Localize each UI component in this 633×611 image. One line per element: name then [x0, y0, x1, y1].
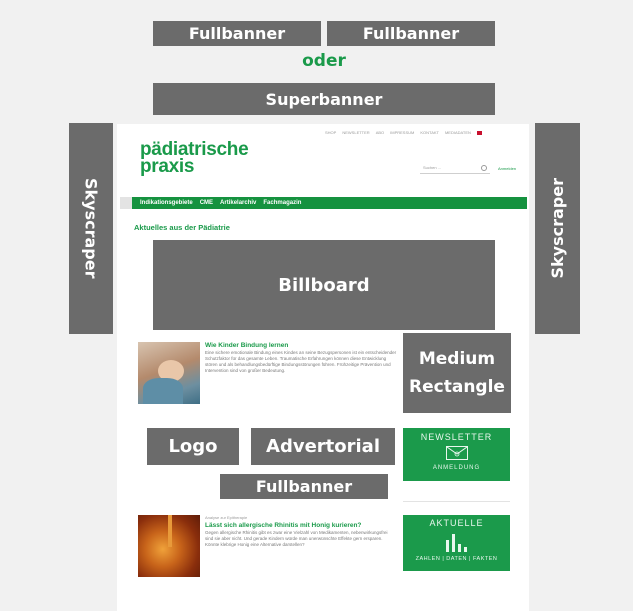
- fullbanner-ad-3: Fullbanner: [220, 474, 388, 499]
- article-title[interactable]: Wie Kinder Bindung lernen: [205, 342, 288, 349]
- fullbanner-ad-2: Fullbanner: [327, 21, 495, 46]
- bar-chart-icon: [446, 532, 467, 552]
- topnav-item-kontakt[interactable]: KONTAKT: [420, 130, 439, 138]
- search-icon[interactable]: [481, 165, 487, 171]
- logo-line-2: praxis: [140, 156, 195, 177]
- skyscraper-label: Skyscraper: [548, 178, 567, 279]
- site-logo[interactable]: pädiatrische praxis: [140, 140, 249, 177]
- newsletter-title: NEWSLETTER: [420, 432, 493, 442]
- topnav-item-impressum[interactable]: IMPRESSUM: [390, 130, 414, 138]
- article-image-baby[interactable]: [138, 342, 200, 404]
- divider: [403, 501, 510, 502]
- nav-item-cme[interactable]: CME: [200, 200, 213, 206]
- article-teaser: Eine sichere emotionale Bindung eines Ki…: [205, 350, 397, 373]
- newsletter-subtitle: ANMELDUNG: [432, 465, 481, 471]
- topnav-item-newsletter[interactable]: NEWSLETTER: [342, 130, 369, 138]
- oder-label: oder: [302, 51, 346, 71]
- skyscraper-label: Skyscraper: [81, 178, 101, 279]
- envelope-icon: [445, 446, 468, 460]
- search-input[interactable]: Suchen ...: [420, 164, 490, 174]
- topnav-item-abo[interactable]: ABO: [376, 130, 384, 138]
- advertorial-ad: Advertorial: [251, 428, 395, 465]
- section-title: Aktuelles aus der Pädiatrie: [134, 223, 230, 232]
- newsletter-widget[interactable]: NEWSLETTER ANMELDUNG: [403, 428, 510, 481]
- main-navigation: Indikationsgebiete CME Artikelarchiv Fac…: [120, 197, 527, 209]
- top-navigation: SHOP NEWSLETTER ABO IMPRESSUM KONTAKT ME…: [325, 130, 525, 138]
- medium-rectangle-ad: Medium Rectangle: [403, 333, 511, 413]
- nav-item-indikationsgebiete[interactable]: Indikationsgebiete: [140, 200, 193, 206]
- article-title[interactable]: Lässt sich allergische Rhinitis mit Honi…: [205, 522, 361, 529]
- superbanner-ad: Superbanner: [153, 83, 495, 115]
- topnav-item-mediadaten[interactable]: MEDIADATEN: [445, 130, 471, 138]
- logo-ad: Logo: [147, 428, 239, 465]
- topnav-item-shop[interactable]: SHOP: [325, 130, 336, 138]
- nav-item-artikelarchiv[interactable]: Artikelarchiv: [220, 200, 256, 206]
- aktuelle-widget[interactable]: AKTUELLE ZAHLEN | DATEN | FAKTEN: [403, 515, 510, 571]
- search-placeholder: Suchen ...: [423, 165, 442, 170]
- nav-item-fachmagazin[interactable]: Fachmagazin: [263, 200, 301, 206]
- flag-icon[interactable]: [476, 131, 482, 135]
- aktuelle-title: AKTUELLE: [429, 518, 484, 528]
- article-teaser: Gegen allergische Rhinitis gibt es zwar …: [205, 530, 388, 547]
- billboard-ad: Billboard: [153, 240, 495, 330]
- skyscraper-ad-right: Skyscraper: [535, 123, 580, 334]
- home-icon[interactable]: [120, 197, 132, 209]
- login-link[interactable]: Anmelden: [498, 166, 516, 171]
- article-image-honey[interactable]: [138, 515, 200, 577]
- article-kicker: Analyse zur Epitherapie: [205, 515, 248, 520]
- fullbanner-ad-1: Fullbanner: [153, 21, 321, 46]
- skyscraper-ad-left: Skyscraper: [69, 123, 113, 334]
- aktuelle-subtitle: ZAHLEN | DATEN | FAKTEN: [415, 556, 498, 562]
